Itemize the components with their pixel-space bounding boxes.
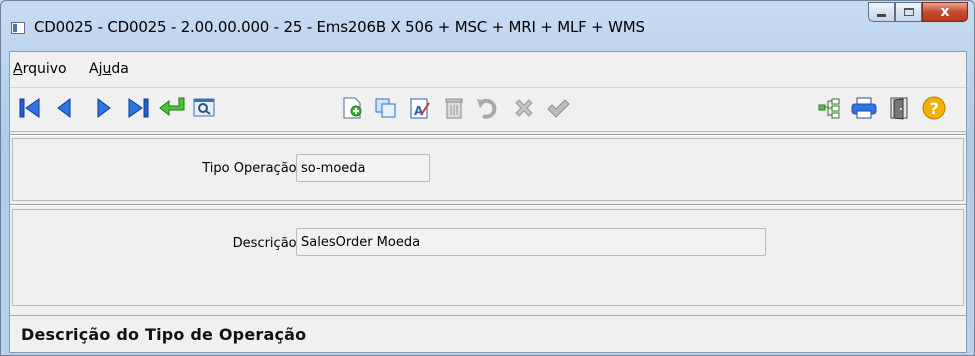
menu-ajuda-label-pre: Aj bbox=[89, 61, 103, 77]
maximize-icon bbox=[903, 8, 914, 16]
help-button[interactable]: ? bbox=[920, 94, 948, 122]
zoom-icon bbox=[193, 98, 215, 117]
help-icon: ? bbox=[922, 96, 946, 120]
toolbar-separator bbox=[10, 134, 966, 136]
close-icon: x bbox=[940, 4, 950, 20]
menu-ajuda-label-rest: da bbox=[111, 61, 129, 77]
window-icon[interactable] bbox=[11, 22, 25, 34]
descricao-input[interactable] bbox=[296, 228, 766, 256]
detail-panel: Descrição: bbox=[12, 209, 964, 306]
tree-icon bbox=[818, 98, 840, 119]
menu-ajuda-mnemonic: u bbox=[102, 61, 112, 77]
maximize-button[interactable] bbox=[895, 2, 922, 22]
exit-button[interactable] bbox=[885, 94, 913, 122]
next-icon bbox=[97, 98, 111, 118]
last-icon bbox=[128, 98, 149, 118]
descricao-label: Descrição: bbox=[232, 236, 301, 251]
status-text: Descrição do Tipo de Operação bbox=[21, 325, 307, 344]
title-bar[interactable]: CD0025 - CD0025 - 2.00.00.000 - 25 - Ems… bbox=[1, 1, 974, 51]
menu-ajuda[interactable]: Ajuda bbox=[89, 61, 129, 77]
copy-icon bbox=[375, 98, 396, 118]
check-icon bbox=[547, 99, 570, 118]
new-document-icon bbox=[343, 97, 362, 119]
previous-icon bbox=[57, 98, 71, 118]
client-area: Arquivo Ajuda A ? Tipo Operação: so-moed… bbox=[9, 51, 967, 353]
menu-bar: Arquivo Ajuda bbox=[10, 52, 966, 88]
undo-icon bbox=[477, 98, 497, 119]
undo-button[interactable] bbox=[474, 94, 502, 122]
cancel-button[interactable] bbox=[510, 94, 538, 122]
minimize-icon bbox=[877, 13, 886, 17]
first-icon bbox=[19, 98, 40, 118]
cancel-icon bbox=[515, 99, 533, 117]
toolbar: A ? bbox=[10, 88, 966, 132]
search-button[interactable] bbox=[190, 94, 218, 122]
trash-icon bbox=[445, 98, 463, 119]
edit-record-button[interactable]: A bbox=[406, 94, 434, 122]
confirm-button[interactable] bbox=[544, 94, 572, 122]
menu-arquivo-mnemonic: A bbox=[13, 61, 23, 77]
minimize-button[interactable] bbox=[868, 2, 895, 22]
status-bar: Descrição do Tipo de Operação bbox=[10, 315, 966, 352]
tipo-operacao-input[interactable] bbox=[296, 154, 430, 182]
panel-separator bbox=[10, 204, 966, 206]
window-controls: x bbox=[868, 2, 968, 22]
key-panel: Tipo Operação: bbox=[12, 138, 964, 201]
print-button[interactable] bbox=[850, 94, 878, 122]
printer-icon bbox=[851, 97, 877, 119]
previous-record-button[interactable] bbox=[50, 94, 78, 122]
tipo-operacao-label: Tipo Operação: bbox=[202, 161, 301, 176]
edit-icon: A bbox=[410, 98, 430, 119]
enter-arrow-icon bbox=[159, 97, 185, 117]
menu-arquivo[interactable]: Arquivo bbox=[13, 61, 67, 77]
window-title: CD0025 - CD0025 - 2.00.00.000 - 25 - Ems… bbox=[34, 18, 645, 36]
goto-record-button[interactable] bbox=[158, 94, 186, 122]
next-record-button[interactable] bbox=[90, 94, 118, 122]
door-icon bbox=[890, 97, 908, 120]
svg-text:?: ? bbox=[930, 99, 939, 118]
first-record-button[interactable] bbox=[16, 94, 44, 122]
new-record-button[interactable] bbox=[338, 94, 366, 122]
last-record-button[interactable] bbox=[124, 94, 152, 122]
copy-record-button[interactable] bbox=[372, 94, 400, 122]
delete-record-button[interactable] bbox=[440, 94, 468, 122]
application-window: CD0025 - CD0025 - 2.00.00.000 - 25 - Ems… bbox=[0, 0, 975, 356]
menu-arquivo-label: rquivo bbox=[22, 61, 67, 77]
tree-button[interactable] bbox=[815, 94, 843, 122]
close-button[interactable]: x bbox=[922, 2, 968, 22]
